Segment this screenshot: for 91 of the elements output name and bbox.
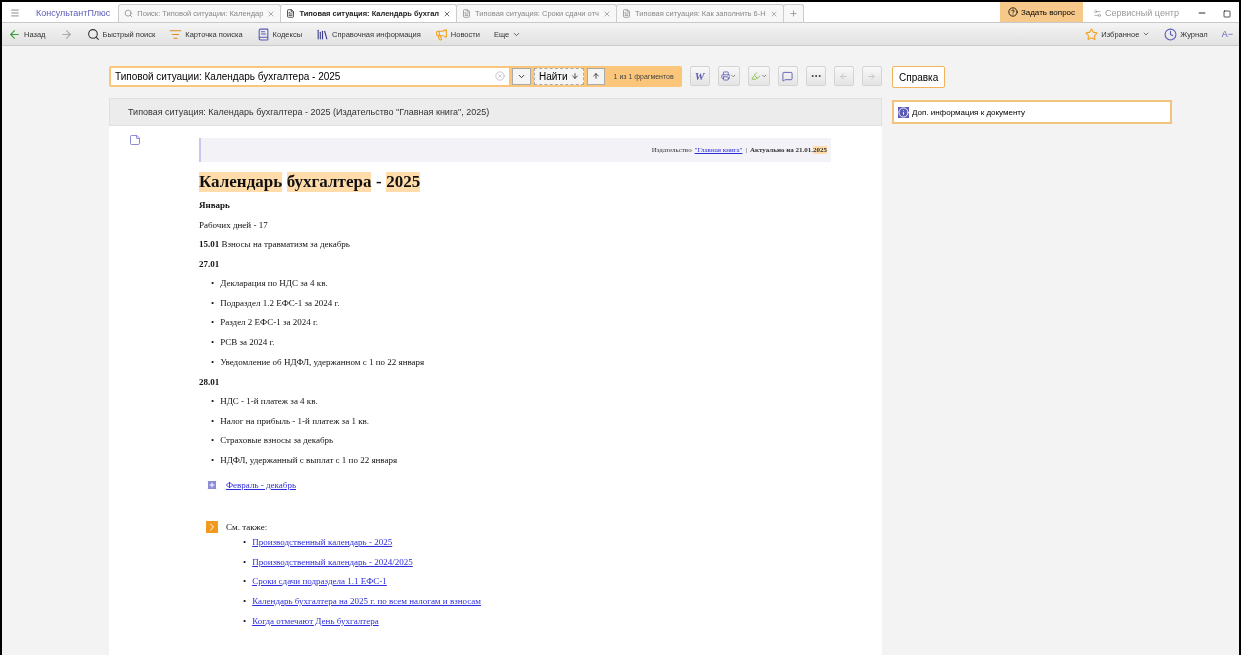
back-button[interactable] (834, 66, 854, 86)
list-item: Налог на прибыль - 1-й платеж за 1 кв. (220, 414, 370, 428)
list-item: Декларация по НДС за 4 кв. (220, 277, 328, 290)
bullet: • (211, 454, 215, 468)
highlight-button[interactable] (747, 66, 770, 86)
info-icon (898, 106, 909, 118)
clock-icon (1164, 27, 1178, 41)
arrow-down-icon (570, 72, 579, 80)
close-icon[interactable] (443, 9, 452, 18)
star-icon (1085, 27, 1099, 41)
bullet: • (211, 316, 215, 330)
ask-question-button[interactable]: Задать вопрос (999, 2, 1084, 22)
close-icon[interactable] (602, 9, 611, 18)
settings-icon (1093, 8, 1103, 18)
clear-icon[interactable] (495, 71, 505, 81)
section-heading: Январь (199, 199, 231, 212)
comment-icon (782, 70, 794, 82)
previous-button[interactable] (586, 67, 605, 85)
list-filter-icon (169, 27, 183, 41)
plus-icon (788, 9, 798, 18)
binders-icon (316, 27, 330, 41)
document-info-item[interactable]: Доп. информация к документу (892, 100, 1172, 124)
arrow-right-icon (867, 71, 877, 81)
dropdown-button[interactable] (512, 67, 531, 85)
bullet: • (211, 296, 215, 310)
book-icon (256, 27, 270, 41)
printer-icon (720, 70, 731, 82)
close-icon[interactable] (267, 9, 276, 18)
arrow-right-icon (59, 27, 73, 41)
see-also-label: См. также: (226, 521, 268, 532)
new-tab-button[interactable] (782, 4, 804, 22)
close-icon[interactable] (769, 9, 778, 18)
list-item: НДС - 1-й платеж за 4 кв. (220, 395, 318, 408)
question-icon (1007, 7, 1018, 17)
menu-icon (10, 8, 20, 18)
paragraph: 15.01 Взносы на травматизм за декабрь (199, 238, 351, 251)
caret-icon (1142, 30, 1151, 38)
list-item: НДФЛ, удержанный с выплат с 1 по 22 января (220, 454, 398, 468)
section-heading: 27.01 (199, 257, 221, 271)
bullet: • (243, 535, 247, 549)
expand-icon[interactable] (206, 478, 218, 491)
find-button[interactable]: Найти (534, 67, 584, 85)
search-icon (86, 27, 100, 41)
list-item: Подраздел 1.2 ЕФС-1 за 2024 г. (220, 296, 340, 310)
bullet: • (243, 575, 247, 589)
bullet: • (211, 395, 215, 408)
search-field[interactable]: Типовой ситуации: Календарь бухгалтера - 2025 (111, 67, 509, 85)
marker-icon (750, 70, 761, 82)
document-icon (462, 9, 472, 18)
print-button[interactable] (717, 66, 740, 86)
megaphone-icon (434, 27, 448, 41)
list-item: Страховые взносы за декабрь (220, 434, 334, 448)
arrow-left-icon (8, 27, 21, 41)
bullet: • (243, 555, 247, 569)
related-link[interactable]: Производственный календарь - 2025 (252, 532, 393, 553)
bullet: • (211, 414, 215, 428)
expand-link[interactable]: Февраль - декабрь (226, 479, 296, 490)
arrow-up-icon (591, 72, 600, 80)
comment-button[interactable] (778, 66, 798, 86)
section-heading: 28.01 (199, 375, 221, 389)
bullet: • (211, 434, 215, 448)
list-item: РСВ за 2024 г. (220, 336, 275, 350)
app-logo: КонсультантПлюс (35, 8, 112, 20)
forward-button[interactable] (862, 66, 882, 86)
list-item: Раздел 2 ЕФС-1 за 2024 г. (220, 316, 318, 330)
related-link[interactable]: Когда отмечают День бухгалтера (252, 611, 379, 632)
more-button[interactable] (806, 66, 826, 86)
restore-icon (1223, 10, 1231, 18)
bullet: • (211, 336, 215, 350)
note-icon[interactable] (129, 134, 141, 146)
chevron-icon (206, 520, 218, 533)
document-header: Типовая ситуация: Календарь бухгалтера - 2025 (Издательство "Главная книга", 2025) (109, 98, 882, 126)
bullet: • (211, 277, 215, 290)
bullet: • (243, 594, 247, 608)
related-link[interactable]: Производственный календарь - 2024/2025 (252, 552, 413, 573)
bullet: • (211, 355, 215, 369)
document-title: Календарь бухгалтера - 2025 (199, 172, 421, 192)
document-icon (621, 9, 631, 18)
toolbar-button[interactable]: A− (1221, 29, 1233, 39)
related-link[interactable]: Календарь бухгалтера на 2025 г. по всем налогам и взносам (252, 591, 482, 612)
list-item: Уведомление об НДФЛ, удержанном с 1 по 22 января (220, 355, 425, 369)
arrow-left-icon (839, 71, 849, 81)
search-icon (124, 9, 134, 18)
word-export-button[interactable]: W (689, 66, 710, 86)
document-icon (286, 9, 296, 18)
paragraph: Рабочих дней - 17 (199, 218, 269, 232)
related-link[interactable]: Сроки сдачи подраздела 1.1 ЕФС-1 (252, 572, 387, 592)
caret-icon (760, 72, 767, 80)
bullet: • (243, 614, 247, 628)
help-button[interactable]: Справка (892, 66, 946, 88)
caret-icon (730, 72, 737, 80)
